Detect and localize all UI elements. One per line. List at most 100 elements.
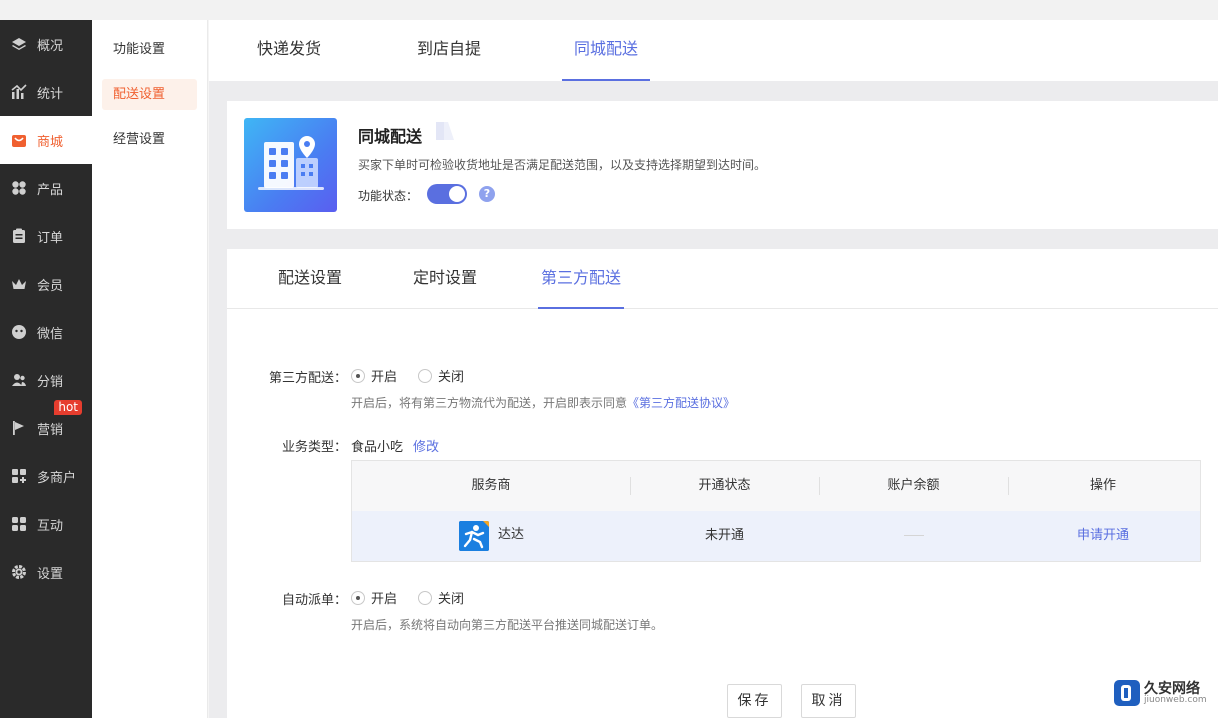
gear-icon xyxy=(11,564,27,580)
col-balance: 账户余额 xyxy=(887,478,940,493)
auto-dispatch-on-radio[interactable]: 开启 xyxy=(351,588,397,607)
cancel-button[interactable]: 取消 xyxy=(801,684,856,718)
sidebar-item-label: 商城 xyxy=(37,134,64,150)
sidebar-item-label: 统计 xyxy=(37,86,64,102)
delivery-tabs: 快递发货 到店自提 同城配送 xyxy=(209,20,1218,81)
layers-icon xyxy=(11,36,27,52)
settings-tabs: 配送设置 定时设置 第三方配送 xyxy=(227,249,1218,309)
building-icon xyxy=(244,118,337,212)
users-icon xyxy=(11,372,27,388)
sidebar-item-label: 分销 xyxy=(37,374,64,390)
radio-label: 开启 xyxy=(371,592,398,607)
auto-dispatch-label: 自动派单： xyxy=(281,593,347,608)
subnav-item-delivery[interactable]: 配送设置 xyxy=(102,79,197,110)
tab-timing-settings[interactable]: 定时设置 xyxy=(410,249,480,309)
toggle-knob xyxy=(449,186,465,202)
provider-balance-empty xyxy=(904,535,924,536)
tab-express[interactable]: 快递发货 xyxy=(245,20,333,81)
business-type-label: 业务类型： xyxy=(281,440,347,455)
radio-label: 开启 xyxy=(371,370,398,385)
store-icon xyxy=(11,132,27,148)
sidebar-item-store[interactable]: 商城 xyxy=(0,116,92,164)
sidebar-item-marketing[interactable]: 营销 hot xyxy=(0,400,92,452)
feature-card: 同城配送 买家下单时可检验收货地址是否满足配送范围，以及支持选择期望到达时间。 … xyxy=(227,101,1218,229)
help-icon[interactable]: ? xyxy=(479,186,495,202)
sidebar-item-label: 互动 xyxy=(37,518,64,534)
sidebar-item-products[interactable]: 产品 xyxy=(0,164,92,212)
top-strip xyxy=(0,0,1218,20)
watermark-logo-icon xyxy=(1114,680,1140,706)
feature-title: 同城配送 xyxy=(358,127,423,146)
dada-logo-icon xyxy=(459,521,489,551)
radio-dot xyxy=(418,368,432,383)
settings-card: 配送设置 定时设置 第三方配送 第三方配送： 开启 关闭 开启后，将有第三方物流… xyxy=(227,249,1218,718)
save-button[interactable]: 保存 xyxy=(727,684,782,718)
radio-dot xyxy=(351,368,365,383)
auto-dispatch-hint: 开启后，系统将自动向第三方配送平台推送同城配送订单。 xyxy=(351,618,664,632)
sidebar-item-label: 营销 xyxy=(37,422,64,438)
sidebar-item-label: 产品 xyxy=(37,182,64,198)
third-party-off-radio[interactable]: 关闭 xyxy=(418,366,464,385)
hint-text: 开启后，将有第三方物流代为配送，开启即表示同意 xyxy=(351,396,628,410)
business-type-value: 食品小吃 xyxy=(351,440,404,455)
provider-name: 达达 xyxy=(498,527,525,542)
sidebar-item-settings[interactable]: 设置 xyxy=(0,548,92,596)
interact-icon xyxy=(11,516,27,532)
flag-icon xyxy=(11,420,27,436)
status-label: 功能状态： xyxy=(358,189,419,203)
tab-third-party-delivery[interactable]: 第三方配送 xyxy=(538,249,624,309)
main-content: 快递发货 到店自提 同城配送 同城配送 买家下单时可检验收货地址是否满足配送范围… xyxy=(209,20,1218,718)
sidebar-item-distribution[interactable]: 分销 xyxy=(0,356,92,404)
wechat-icon xyxy=(11,324,27,340)
third-party-label: 第三方配送： xyxy=(268,371,347,386)
tab-local-delivery[interactable]: 同城配送 xyxy=(562,20,650,81)
sidebar-item-orders[interactable]: 订单 xyxy=(0,212,92,260)
table-row: 达达 未开通 申请开通 xyxy=(352,511,1200,561)
crown-icon xyxy=(11,276,27,292)
hot-badge: hot xyxy=(54,400,82,415)
merchant-icon xyxy=(11,468,27,484)
tab-self-pickup[interactable]: 到店自提 xyxy=(405,20,493,81)
watermark-sub: jiuonweb.com xyxy=(1144,695,1207,705)
subnav-item-function[interactable]: 功能设置 xyxy=(102,34,197,65)
sidebar-item-label: 概况 xyxy=(37,38,64,54)
radio-label: 关闭 xyxy=(438,592,465,607)
sidebar-item-label: 会员 xyxy=(37,278,64,294)
auto-dispatch-off-radio[interactable]: 关闭 xyxy=(418,588,464,607)
sidebar-item-multi-merchant[interactable]: 多商户 xyxy=(0,452,92,500)
feature-status-toggle[interactable] xyxy=(427,184,467,204)
sidebar-item-interaction[interactable]: 互动 xyxy=(0,500,92,548)
chart-icon xyxy=(11,84,27,100)
sidebar-item-label: 微信 xyxy=(37,326,64,342)
tab-delivery-settings[interactable]: 配送设置 xyxy=(275,249,345,309)
sidebar-item-members[interactable]: 会员 xyxy=(0,260,92,308)
sidebar-item-label: 设置 xyxy=(37,566,64,582)
col-provider: 服务商 xyxy=(471,478,511,493)
sidebar-item-stats[interactable]: 统计 xyxy=(0,68,92,116)
apply-activation-link[interactable]: 申请开通 xyxy=(1008,511,1198,561)
col-action: 操作 xyxy=(1089,478,1116,493)
third-party-hint: 开启后，将有第三方物流代为配送，开启即表示同意《第三方配送协议》 xyxy=(351,394,735,411)
subnav-item-business[interactable]: 经营设置 xyxy=(102,124,197,155)
title-decoration-icon xyxy=(436,122,454,140)
provider-status: 未开通 xyxy=(704,528,744,543)
table-header: 服务商 开通状态 账户余额 操作 xyxy=(352,461,1200,511)
sidebar-item-overview[interactable]: 概况 xyxy=(0,20,92,68)
sidebar-item-label: 订单 xyxy=(37,230,64,246)
main-sidebar: 概况 统计 商城 产品 订单 会员 微信 分销 营销 hot 多商户 互动 设置 xyxy=(0,20,92,718)
col-status: 开通状态 xyxy=(698,478,751,493)
radio-dot xyxy=(351,590,365,605)
secondary-nav: 功能设置 配送设置 经营设置 xyxy=(92,20,208,718)
sidebar-item-label: 多商户 xyxy=(37,470,77,486)
grid-icon xyxy=(11,180,27,196)
providers-table: 服务商 开通状态 账户余额 操作 达达 未开通 申请开通 xyxy=(351,460,1201,562)
watermark: 久安网络 jiuonweb.com xyxy=(1114,678,1214,708)
business-type-edit-link[interactable]: 修改 xyxy=(413,436,439,455)
order-icon xyxy=(11,228,27,244)
radio-label: 关闭 xyxy=(438,370,465,385)
radio-dot xyxy=(418,590,432,605)
third-party-on-radio[interactable]: 开启 xyxy=(351,366,397,385)
sidebar-item-wechat[interactable]: 微信 xyxy=(0,308,92,356)
feature-description: 买家下单时可检验收货地址是否满足配送范围，以及支持选择期望到达时间。 xyxy=(358,158,767,172)
agreement-link[interactable]: 《第三方配送协议》 xyxy=(627,396,735,410)
